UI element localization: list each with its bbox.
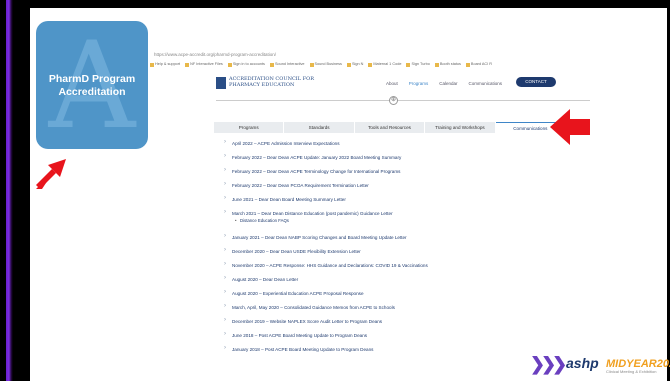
tab-standards[interactable]: Standards	[284, 122, 355, 133]
bookmark-icon	[227, 62, 232, 67]
card-title: PharmD Program Accreditation	[48, 73, 136, 98]
site-nav: About Programs Calendar Communications	[386, 81, 502, 86]
nav-programs[interactable]: Programs	[409, 81, 429, 86]
bookmark-icon	[185, 62, 190, 67]
bookmark-icon	[465, 62, 470, 67]
list-subitem[interactable]: Distance Education FAQs	[224, 218, 554, 223]
bookmark-item[interactable]: Booth status	[434, 59, 461, 70]
bookmark-label: Sign in to accounts	[232, 62, 265, 66]
ashp-tagline: Clinical Meeting & Exhibition	[606, 369, 657, 374]
bookmark-item[interactable]: Sign N	[346, 59, 364, 70]
nav-calendar[interactable]: Calendar	[439, 81, 457, 86]
list-item[interactable]: February 2022 – Dear Dean PCOA Requireme…	[224, 182, 554, 188]
list-item[interactable]: March 2021 – Dear Dean Distance Educatio…	[224, 210, 554, 216]
presentation-slide: A PharmD Program Accreditation https://w…	[0, 0, 670, 381]
acpe-logo-icon[interactable]	[216, 77, 226, 89]
logo-line2: PHARMACY EDUCATION	[229, 82, 295, 88]
list-item[interactable]: February 2022 – Dear Dean ACPE Terminolo…	[224, 168, 554, 174]
chevrons-icon: ❯❯❯	[530, 354, 567, 374]
communications-list: April 2022 – ACPE Admission Interview Ex…	[224, 140, 554, 352]
bookmark-label: NF Interactive Files	[190, 62, 223, 66]
divider-icon: ⊕	[389, 96, 398, 105]
bookmark-icon	[309, 62, 314, 67]
bookmark-icon	[346, 62, 351, 67]
bookmark-icon	[368, 62, 373, 67]
bookmark-icon	[269, 62, 274, 67]
red-arrow-left-icon	[550, 109, 590, 145]
bookmark-label: Board ACI R	[470, 62, 493, 66]
list-item[interactable]: December 2019 – Website NAPLEX Score Aud…	[224, 318, 554, 324]
list-item[interactable]: December 2020 – Dear Dean USDE Flexibili…	[224, 248, 554, 254]
bookmark-item[interactable]: Help & support	[150, 59, 180, 70]
bookmark-icon	[150, 62, 154, 67]
bookmark-item[interactable]: Sound Business	[309, 59, 342, 70]
site-header: ACCREDITATION COUNCIL FOR PHARMACY EDUCA…	[216, 74, 608, 94]
tab-training-and-workshops[interactable]: Training and Workshops	[425, 122, 496, 133]
bookmark-label: Sound Interactive	[274, 62, 305, 66]
bookmark-item[interactable]: Sign in to accounts	[227, 59, 265, 70]
bookmark-item[interactable]: Board ACI R	[465, 59, 493, 70]
list-item[interactable]: June 2018 – Post ACPE Board Meeting Upda…	[224, 332, 554, 338]
ashp-midyear-logo: ❯❯❯ ashp MIDYEAR2022 Clinical Meeting & …	[530, 352, 670, 376]
decorative-stripe	[0, 0, 26, 381]
bookmark-label: Sign Turbo	[411, 62, 430, 66]
nav-about[interactable]: About	[386, 81, 398, 86]
section-divider	[216, 100, 590, 101]
red-arrow-up-right-icon	[36, 159, 66, 189]
list-item[interactable]: January 2018 – Post ACPE Board Meeting U…	[224, 346, 554, 352]
bookmark-icon	[434, 62, 439, 67]
tab-bar: Programs Standards Tools and Resources T…	[214, 122, 567, 133]
tab-programs[interactable]: Programs	[214, 122, 285, 133]
bookmark-item[interactable]: Maternal 1 Code	[368, 59, 401, 70]
bookmark-label: Sound Business	[314, 62, 342, 66]
list-item[interactable]: November 2020 – ACPE Response: HHS Guida…	[224, 262, 554, 268]
bookmark-icon	[406, 62, 411, 67]
list-item[interactable]: August 2020 – Dear Dean Letter	[224, 276, 554, 282]
nav-communications[interactable]: Communications	[469, 81, 503, 86]
browser-screenshot: https://www.acpe-accredit.org/pharmd-pro…	[148, 50, 608, 352]
bookmark-item[interactable]: Sound Interactive	[269, 59, 305, 70]
bookmark-item[interactable]: Sign Turbo	[406, 59, 430, 70]
bookmark-item[interactable]: NF Interactive Files	[185, 59, 223, 70]
url-bar[interactable]: https://www.acpe-accredit.org/pharmd-pro…	[148, 50, 568, 59]
ashp-wordmark: ashp	[566, 355, 599, 371]
accreditation-card: A PharmD Program Accreditation	[36, 21, 148, 149]
list-item[interactable]: June 2021 – Dear Dean Board Meeting Summ…	[224, 196, 554, 202]
list-item[interactable]: January 2021 – Dear Dean NABP Scoring Ch…	[224, 234, 554, 240]
bookmark-label: Sign N	[351, 62, 364, 66]
bookmark-label: Help & support	[155, 62, 181, 66]
bookmark-label: Booth status	[439, 62, 461, 66]
list-item[interactable]: February 2022 – Dear Dean ACPE Update: J…	[224, 154, 554, 160]
tab-tools-and-resources[interactable]: Tools and Resources	[355, 122, 426, 133]
list-item[interactable]: March, April, May 2020 – Consolidated Gu…	[224, 304, 554, 310]
bookmarks-bar: Help & support NF Interactive Files Sign i…	[148, 59, 608, 70]
contact-button[interactable]: CONTACT	[516, 77, 556, 87]
list-item[interactable]: August 2020 – Experiential Education ACP…	[224, 290, 554, 296]
site-logo-text[interactable]: ACCREDITATION COUNCIL FOR PHARMACY EDUCA…	[229, 76, 349, 88]
bookmark-label: Maternal 1 Code	[373, 62, 402, 66]
list-item[interactable]: April 2022 – ACPE Admission Interview Ex…	[224, 140, 554, 146]
